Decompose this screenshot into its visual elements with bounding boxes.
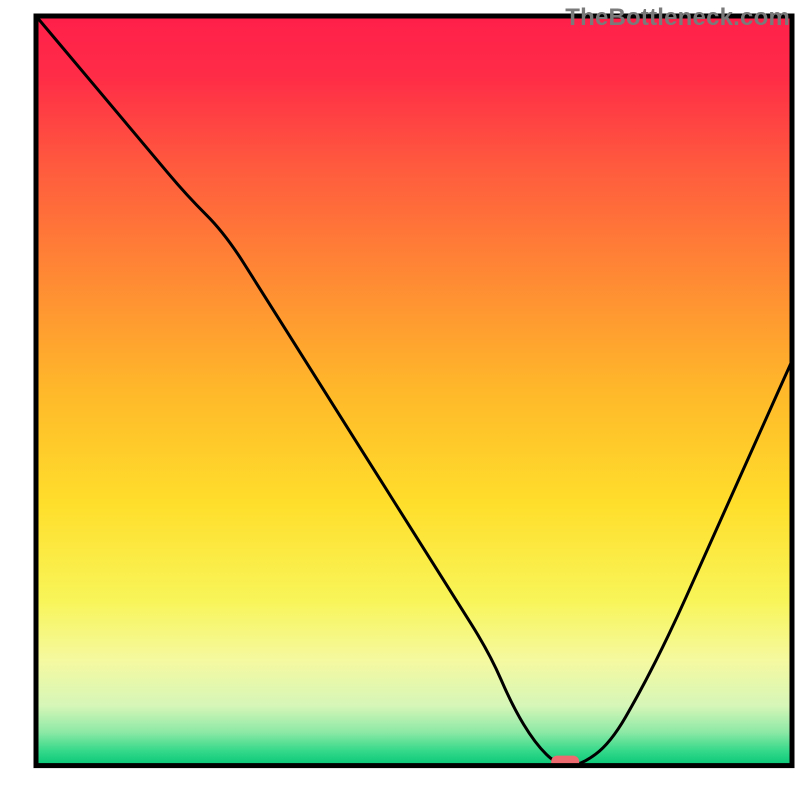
gradient-background [36, 16, 792, 766]
plot-area [36, 16, 792, 770]
bottleneck-plot [0, 0, 800, 800]
watermark-text: TheBottleneck.com [565, 4, 790, 32]
chart-stage: TheBottleneck.com [0, 0, 800, 800]
